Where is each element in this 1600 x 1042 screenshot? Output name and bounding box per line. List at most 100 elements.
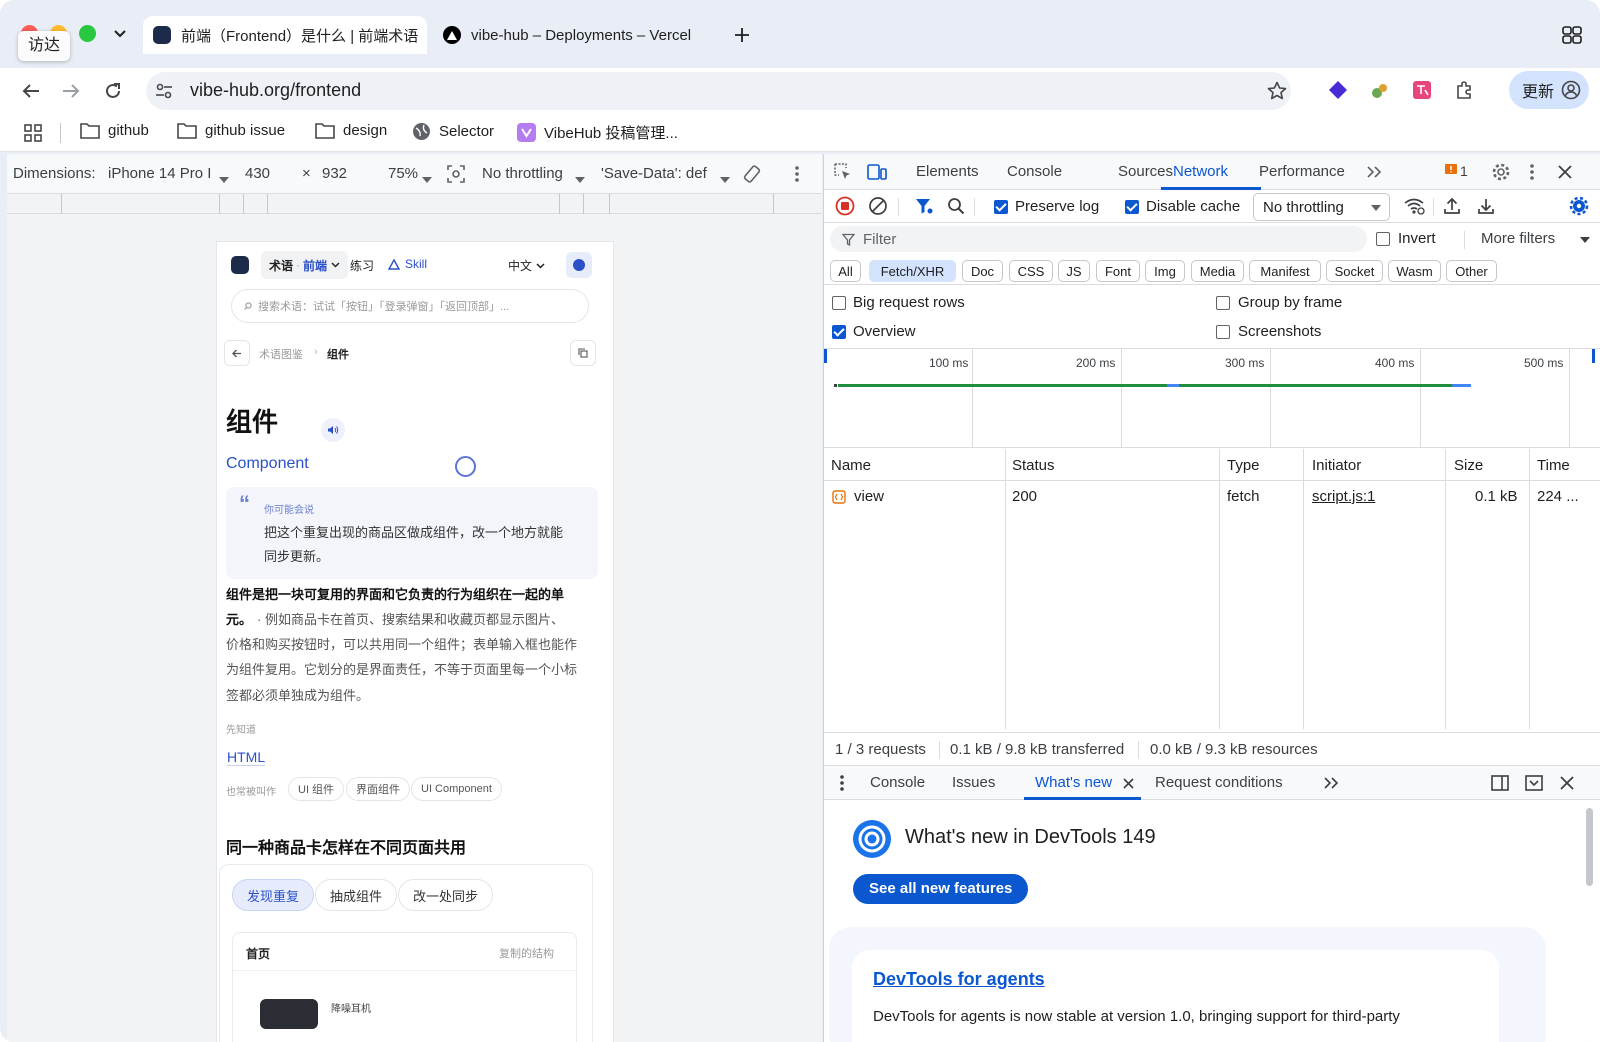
timeline-right-handle[interactable] [1592,349,1595,363]
step-tab[interactable]: 改一处同步 [398,879,494,911]
type-filter-img[interactable]: Img [1145,260,1185,282]
timeline-left-handle[interactable] [824,349,827,363]
type-filter-font[interactable]: Font [1096,260,1140,282]
article-title-link[interactable]: DevTools for agents [873,969,1045,990]
network-conditions-wifi-icon[interactable] [1402,195,1426,217]
close-tab-icon[interactable] [1121,776,1135,790]
rotate-icon[interactable] [740,162,764,186]
url-text[interactable]: vibe-hub.org/frontend [190,80,361,101]
tab-frontend[interactable]: 前端（Frontend）是什么 | 前端术语 [143,16,427,54]
site-settings-icon[interactable] [152,79,176,103]
step-tab[interactable]: 抽成组件 [315,879,398,911]
preserve-log-checkbox[interactable] [994,200,1008,214]
type-filter-fetch-xhr[interactable]: Fetch/XHR [869,260,956,282]
maximize-window-button[interactable] [79,25,96,42]
type-filter-wasm[interactable]: Wasm [1388,260,1441,282]
type-filter-all[interactable]: All [830,260,861,282]
nav-practice[interactable]: 练习 [350,257,374,274]
inspect-element-icon[interactable] [832,161,854,183]
throttling-select[interactable]: No throttling [482,165,572,182]
screenshots-checkbox[interactable] [1216,325,1230,339]
column-header-size[interactable]: Size [1454,457,1483,474]
disable-cache-checkbox[interactable] [1125,200,1139,214]
device-select[interactable]: iPhone 14 Pro I [108,165,228,182]
reload-icon[interactable] [100,78,126,104]
theme-toggle-button[interactable] [566,252,592,278]
apps-grid-icon[interactable] [22,122,44,144]
pronounce-button[interactable] [321,418,345,442]
breadcrumb-parent[interactable]: 术语图鉴 [259,346,303,362]
network-settings-gear-icon[interactable] [1568,195,1590,217]
see-all-features-button[interactable]: See all new features [853,874,1029,904]
bookmark-github-issue[interactable]: github issue [177,122,285,139]
drawer-minimize-icon[interactable] [1523,772,1545,794]
close-devtools-icon[interactable] [1554,161,1576,183]
tab-search-chevron-icon[interactable] [110,24,130,44]
address-bar[interactable]: vibe-hub.org/frontend [146,72,1291,110]
nav-skill[interactable]: Skill [388,257,427,271]
media-query-ruler[interactable] [7,194,822,214]
extension-puzzle-green-icon[interactable] [1368,78,1392,102]
more-options-icon[interactable] [1527,161,1537,183]
back-arrow-icon[interactable] [18,78,44,104]
tab-network[interactable]: Network [1173,163,1228,180]
type-filter-socket[interactable]: Socket [1326,260,1383,282]
record-stop-icon[interactable] [834,195,856,217]
site-logo-icon[interactable] [231,256,249,274]
more-filters-button[interactable]: More filters [1481,230,1555,247]
table-row[interactable]: view 200 fetch script.js:1 0.1 kB 224 ..… [824,481,1600,511]
zoom-select[interactable]: 75% [388,165,418,182]
device-toolbar-icon[interactable] [866,161,888,183]
type-filter-manifest[interactable]: Manifest [1249,260,1321,282]
bookmark-design[interactable]: design [315,122,387,139]
more-drawer-tabs-chevron-icon[interactable] [1321,773,1341,793]
bookmark-star-icon[interactable] [1266,80,1288,102]
search-icon[interactable] [945,195,967,217]
settings-gear-icon[interactable] [1490,161,1512,183]
extensions-puzzle-icon[interactable] [1452,78,1476,102]
step-tab-active[interactable]: 发现重复 [232,879,315,911]
tab-vercel[interactable]: vibe-hub – Deployments – Vercel [440,16,720,54]
tab-performance[interactable]: Performance [1259,163,1345,180]
new-tab-plus-icon[interactable] [731,24,753,46]
extension-translate-icon[interactable] [1410,78,1434,102]
bookmark-github[interactable]: github [80,122,149,139]
dock-side-icon[interactable] [1489,772,1511,794]
issues-badge[interactable]: 1 [1445,163,1468,179]
aka-chip[interactable]: UI 组件 [288,777,345,801]
nav-term-dropdown[interactable]: 术语 · 前端 [261,251,349,279]
column-header-type[interactable]: Type [1227,457,1260,474]
bookmark-vibehub[interactable]: VibeHub 投稿管理... [517,122,678,143]
column-header-name[interactable]: Name [831,457,871,474]
screenshot-icon[interactable] [445,163,467,185]
language-select[interactable]: 中文 [508,257,545,274]
column-header-status[interactable]: Status [1012,457,1055,474]
more-tabs-chevron-icon[interactable] [1364,162,1384,182]
aka-chip[interactable]: 界面组件 [346,777,410,801]
type-filter-js[interactable]: JS [1058,260,1090,282]
tab-console[interactable]: Console [1007,163,1062,180]
back-button[interactable] [224,340,250,366]
width-input[interactable]: 430 [245,165,270,182]
drawer-tab-console[interactable]: Console [870,774,925,791]
more-options-icon[interactable] [792,163,802,185]
invert-checkbox[interactable] [1376,232,1390,246]
close-drawer-icon[interactable] [1556,772,1578,794]
copy-button[interactable] [570,340,596,366]
clear-icon[interactable] [867,195,889,217]
drawer-tab-request-conditions[interactable]: Request conditions [1155,774,1283,791]
bookmark-selector[interactable]: Selector [412,122,494,141]
forward-arrow-icon[interactable] [58,78,84,104]
height-input[interactable]: 932 [322,165,347,182]
tab-grid-icon[interactable] [1560,23,1584,47]
drawer-tab-issues[interactable]: Issues [952,774,995,791]
tab-elements[interactable]: Elements [916,163,979,180]
import-har-icon[interactable] [1441,195,1463,217]
drawer-tab-whats-new[interactable]: What's new [1035,774,1112,791]
filter-funnel-icon[interactable] [913,195,935,217]
type-filter-doc[interactable]: Doc [962,260,1003,282]
type-filter-media[interactable]: Media [1191,260,1244,282]
drawer-menu-icon[interactable] [837,773,847,793]
export-har-icon[interactable] [1475,195,1497,217]
save-data-select[interactable]: 'Save-Data': def [601,165,717,182]
